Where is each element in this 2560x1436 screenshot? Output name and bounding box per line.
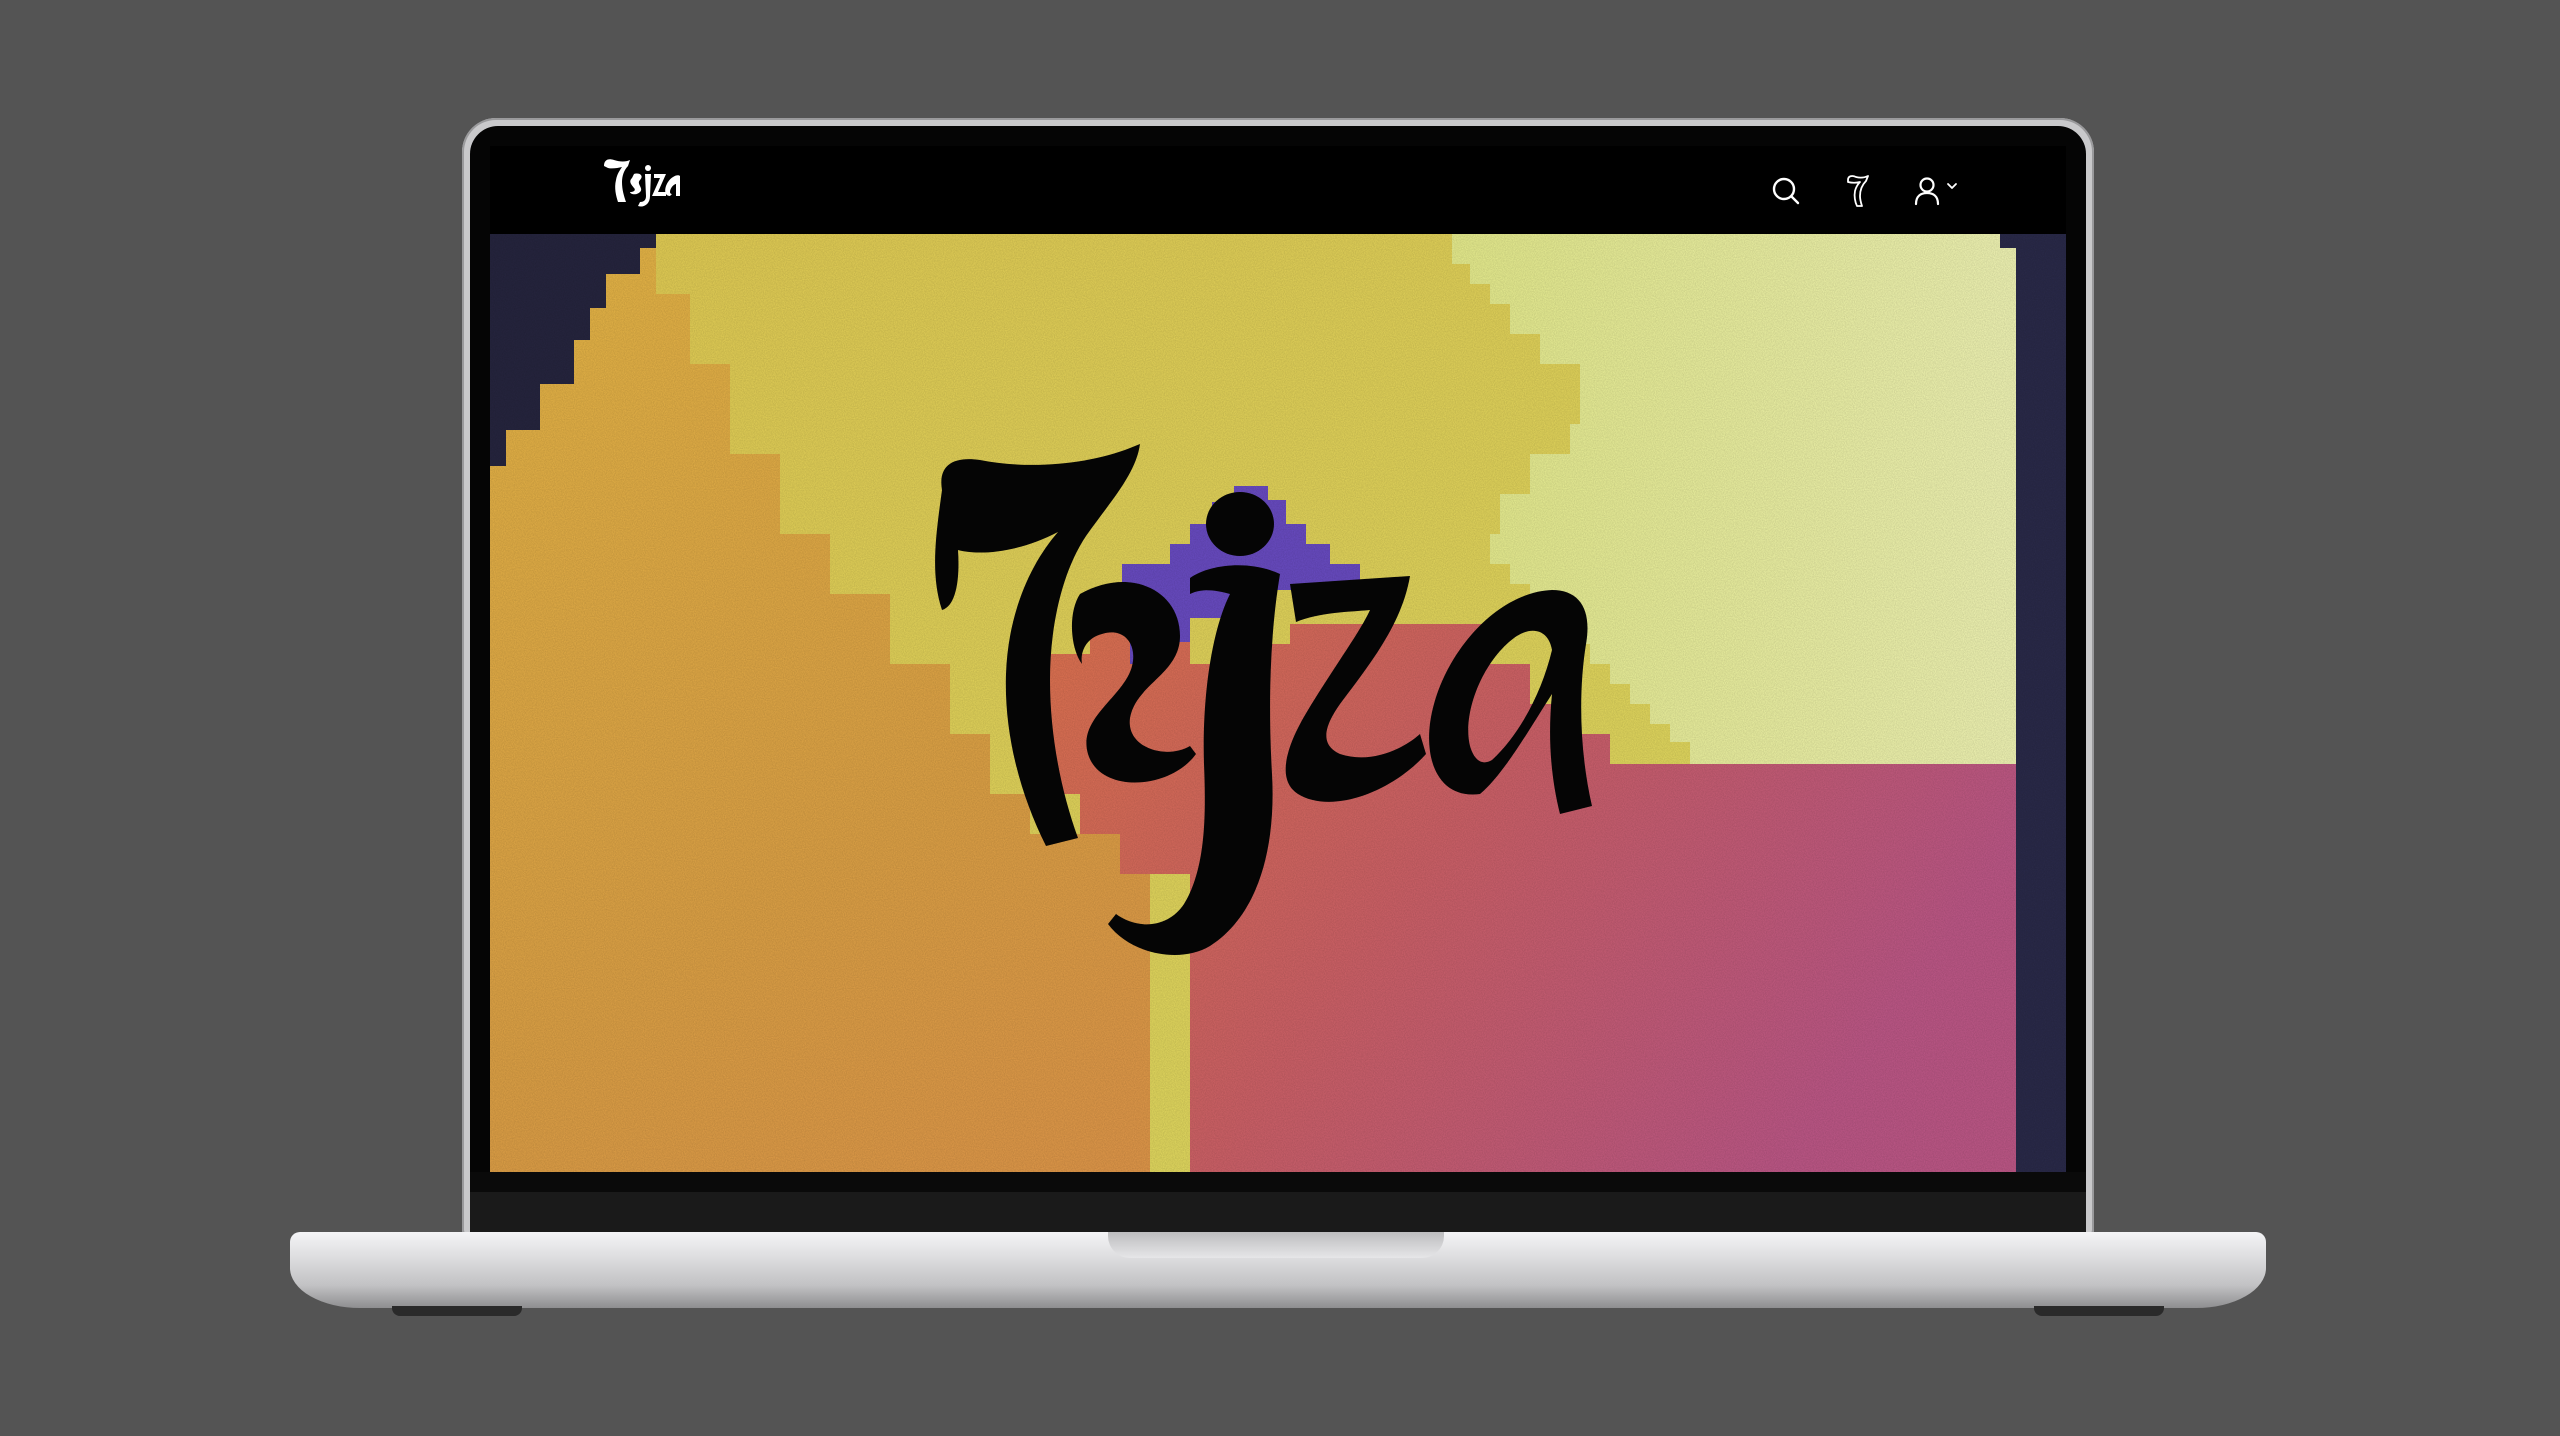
site-header <box>490 146 2066 234</box>
chevron-down-icon <box>1947 183 1957 189</box>
user-icon <box>1914 177 1940 206</box>
mockup-stage <box>0 0 2560 1436</box>
laptop-foot-left <box>392 1306 522 1316</box>
laptop-lid-notch <box>1108 1232 1444 1258</box>
brand-glyph-button[interactable] <box>1836 170 1880 212</box>
header-actions <box>1764 170 1964 212</box>
tsjza-glyph-icon <box>1847 175 1869 207</box>
laptop-screen <box>490 146 2066 1172</box>
header-logo[interactable] <box>600 152 684 212</box>
grain-overlay <box>490 234 2066 1172</box>
search-button[interactable] <box>1764 170 1808 212</box>
laptop-foot-right <box>2034 1306 2164 1316</box>
account-menu-button[interactable] <box>1908 170 1964 212</box>
search-icon <box>1772 177 1800 205</box>
hero-artwork <box>490 234 2066 1172</box>
screen-bottom-edge <box>470 1172 2086 1192</box>
hero-banner <box>490 234 2066 1172</box>
bezel-chin <box>470 1192 2086 1232</box>
tsjza-logo-icon <box>604 159 680 207</box>
